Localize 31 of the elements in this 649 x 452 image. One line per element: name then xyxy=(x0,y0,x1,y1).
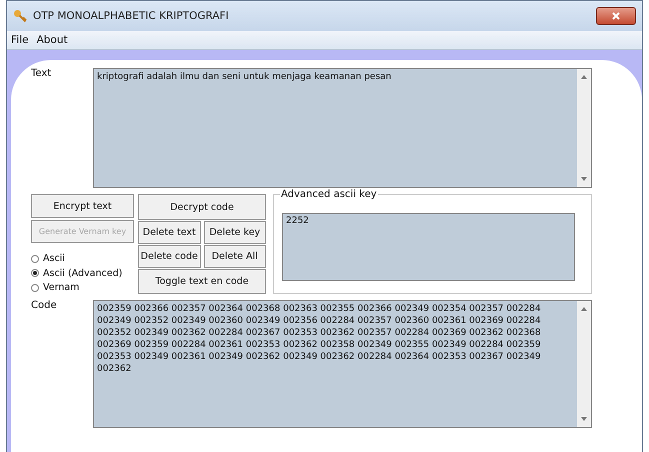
radio-label[interactable]: Vernam xyxy=(43,282,80,294)
menu-item[interactable]: About xyxy=(36,34,68,46)
scroll-down-arrow-icon[interactable] xyxy=(581,417,587,421)
field-label: Code xyxy=(31,300,58,311)
scroll-up-arrow-icon[interactable] xyxy=(581,307,587,311)
close-button[interactable] xyxy=(596,7,636,25)
key-icon xyxy=(13,9,27,23)
delete-code-button[interactable]: Delete code xyxy=(138,245,200,268)
scrollbar[interactable] xyxy=(577,69,591,187)
radio-button[interactable] xyxy=(31,254,39,263)
delete-all-button[interactable]: Delete All xyxy=(204,245,266,268)
radio-label[interactable]: Ascii (Advanced) xyxy=(43,268,122,279)
code-area[interactable]: 002359 002366 002357 002364 002368 002363 002355 002366 002349 002354 002357 002284 002349 002352 002349 002360 002349 002356 002284 002357 002360 002361 002369 002284 002352 002349 002362 002284 002367 002353 002362 002357 002284 002369 002362 002368 002369 002359 002284 002361 002353 002362 002358 002349 002355 002349 002284 002359 002353 002349 002361 002349 002362 002349 002362 002284 002364 002353 002367 002349 002362 xyxy=(93,300,592,428)
field-label: Text xyxy=(31,68,52,79)
scrollbar[interactable] xyxy=(577,301,591,427)
radio-label[interactable]: Ascii xyxy=(43,253,65,264)
key-field[interactable]: 2252 xyxy=(282,213,575,281)
window-title: OTP MONOALPHABETIC KRIPTOGRAFI xyxy=(33,10,230,22)
group-title: Advanced ascii key xyxy=(280,189,378,200)
text-area[interactable]: kriptografi adalah ilmu dan seni untuk menjaga keamanan pesan xyxy=(93,68,592,188)
radio-button[interactable] xyxy=(31,269,39,278)
encrypt-button[interactable]: Encrypt text xyxy=(31,194,134,218)
delete-key-button[interactable]: Delete key xyxy=(204,221,266,244)
scroll-down-arrow-icon[interactable] xyxy=(581,177,587,181)
close-icon xyxy=(612,12,620,20)
scroll-up-arrow-icon[interactable] xyxy=(581,75,587,79)
delete-text-button[interactable]: Delete text xyxy=(138,221,200,244)
toggle-button[interactable]: Toggle text en code xyxy=(138,269,266,294)
decrypt-button[interactable]: Decrypt code xyxy=(138,194,266,220)
radio-button[interactable] xyxy=(31,284,39,292)
menu-item[interactable]: File xyxy=(11,34,29,46)
